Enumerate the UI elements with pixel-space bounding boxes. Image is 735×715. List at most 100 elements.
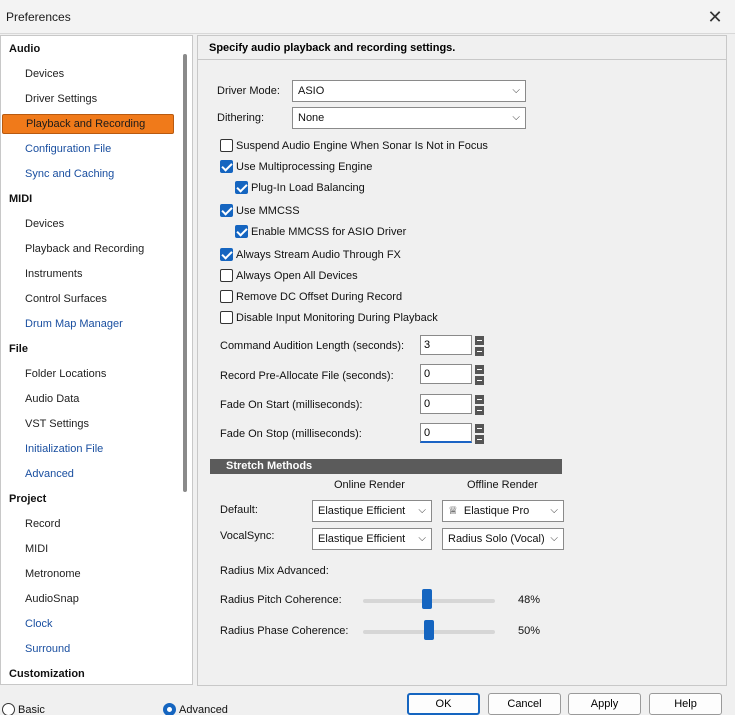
radius-pitch-slider-thumb[interactable] <box>422 589 432 609</box>
category-tree: Audio Devices Driver Settings Playback a… <box>0 35 193 685</box>
advanced-label: Advanced <box>179 704 228 715</box>
close-icon[interactable]: ✕ <box>703 6 727 28</box>
open-all-devices-checkbox[interactable] <box>220 269 233 282</box>
fade-on-stop-label: Fade On Stop (milliseconds): <box>220 428 362 440</box>
fade-on-stop-input[interactable]: 0 <box>420 423 472 443</box>
vocalsync-online-select[interactable]: Elastique Efficient ⌵ <box>312 528 432 550</box>
audition-length-label: Command Audition Length (seconds): <box>220 340 405 352</box>
default-label: Default: <box>220 504 258 516</box>
nav-item-instruments[interactable]: Instruments <box>25 263 82 285</box>
nav-category-midi[interactable]: MIDI <box>9 188 32 210</box>
crown-icon: ♕ <box>448 505 458 517</box>
default-offline-select[interactable]: ♕ Elastique Pro ⌵ <box>442 500 564 522</box>
enable-mmcss-asio-checkbox[interactable] <box>235 225 248 238</box>
open-all-devices-label: Always Open All Devices <box>236 270 358 282</box>
audition-length-input[interactable]: 3 <box>420 335 472 355</box>
online-render-header: Online Render <box>334 479 405 491</box>
default-online-select[interactable]: Elastique Efficient ⌵ <box>312 500 432 522</box>
nav-category-project[interactable]: Project <box>9 488 46 510</box>
pre-allocate-input[interactable]: 0 <box>420 364 472 384</box>
nav-item-surround[interactable]: Surround <box>25 638 70 660</box>
remove-dc-offset-checkbox[interactable] <box>220 290 233 303</box>
chevron-down-icon: ⌵ <box>418 533 426 544</box>
nav-item-advanced[interactable]: Advanced <box>25 463 74 485</box>
enable-mmcss-asio-label: Enable MMCSS for ASIO Driver <box>251 226 407 238</box>
nav-item-metronome[interactable]: Metronome <box>25 563 81 585</box>
stream-audio-fx-label: Always Stream Audio Through FX <box>236 249 401 261</box>
help-button[interactable]: Help <box>649 693 722 715</box>
nav-item-midi-playback-recording[interactable]: Playback and Recording <box>25 238 144 260</box>
driver-mode-select[interactable]: ASIO ⌵ <box>292 80 526 102</box>
disable-input-monitoring-label: Disable Input Monitoring During Playback <box>236 312 438 324</box>
remove-dc-offset-label: Remove DC Offset During Record <box>236 291 403 303</box>
nav-item-audio-playback-recording[interactable]: Playback and Recording <box>2 114 174 134</box>
nav-item-vst-settings[interactable]: VST Settings <box>25 413 89 435</box>
use-mmcss-checkbox[interactable] <box>220 204 233 217</box>
radius-phase-slider-thumb[interactable] <box>424 620 434 640</box>
basic-label: Basic <box>18 704 45 715</box>
nav-item-record[interactable]: Record <box>25 513 60 535</box>
nav-item-clock[interactable]: Clock <box>25 613 53 635</box>
pre-allocate-spinner[interactable] <box>475 365 484 385</box>
settings-panel: Specify audio playback and recording set… <box>197 35 727 686</box>
chevron-down-icon: ⌵ <box>418 505 426 516</box>
multiprocessing-checkbox[interactable] <box>220 160 233 173</box>
suspend-engine-label: Suspend Audio Engine When Sonar Is Not i… <box>236 140 488 152</box>
nav-item-control-surfaces[interactable]: Control Surfaces <box>25 288 107 310</box>
advanced-radio[interactable] <box>163 703 176 715</box>
vocalsync-offline-select[interactable]: Radius Solo (Vocal) ⌵ <box>442 528 564 550</box>
nav-item-sync-caching[interactable]: Sync and Caching <box>25 163 114 185</box>
nav-item-drum-map-manager[interactable]: Drum Map Manager <box>25 313 123 335</box>
multiprocessing-label: Use Multiprocessing Engine <box>236 161 373 173</box>
panel-heading: Specify audio playback and recording set… <box>198 36 726 60</box>
title-bar: Preferences ✕ <box>0 0 735 34</box>
ok-button[interactable]: OK <box>407 693 480 715</box>
fade-on-start-label: Fade On Start (milliseconds): <box>220 399 363 411</box>
nav-item-driver-settings[interactable]: Driver Settings <box>25 88 97 110</box>
fade-on-start-input[interactable]: 0 <box>420 394 472 414</box>
nav-item-folder-locations[interactable]: Folder Locations <box>25 363 106 385</box>
fade-on-stop-spinner[interactable] <box>475 424 484 444</box>
use-mmcss-label: Use MMCSS <box>236 205 300 217</box>
nav-category-file[interactable]: File <box>9 338 28 360</box>
dithering-select[interactable]: None ⌵ <box>292 107 526 129</box>
plugin-load-balancing-checkbox[interactable] <box>235 181 248 194</box>
nav-scrollbar-thumb[interactable] <box>183 54 187 492</box>
chevron-down-icon: ⌵ <box>550 533 558 544</box>
nav-item-audio-data[interactable]: Audio Data <box>25 388 79 410</box>
nav-category-customization[interactable]: Customization <box>9 663 85 684</box>
radius-phase-label: Radius Phase Coherence: <box>220 625 349 637</box>
chevron-down-icon: ⌵ <box>550 505 558 516</box>
nav-item-audiosnap[interactable]: AudioSnap <box>25 588 79 610</box>
audition-length-spinner[interactable] <box>475 336 484 356</box>
cancel-button[interactable]: Cancel <box>488 693 561 715</box>
pre-allocate-label: Record Pre-Allocate File (seconds): <box>220 370 394 382</box>
chevron-down-icon: ⌵ <box>512 85 520 96</box>
basic-radio[interactable] <box>2 703 15 715</box>
driver-mode-label: Driver Mode: <box>217 85 280 97</box>
nav-item-audio-devices[interactable]: Devices <box>25 63 64 85</box>
radius-mix-label: Radius Mix Advanced: <box>220 565 329 577</box>
stream-audio-fx-checkbox[interactable] <box>220 248 233 261</box>
offline-render-header: Offline Render <box>467 479 538 491</box>
radius-phase-value: 50% <box>518 625 541 637</box>
dithering-label: Dithering: <box>217 112 265 124</box>
suspend-engine-checkbox[interactable] <box>220 139 233 152</box>
nav-item-midi-devices[interactable]: Devices <box>25 213 64 235</box>
nav-category-audio[interactable]: Audio <box>9 38 40 60</box>
radius-pitch-value: 48% <box>518 594 541 606</box>
plugin-load-balancing-label: Plug-In Load Balancing <box>251 182 365 194</box>
nav-item-project-midi[interactable]: MIDI <box>25 538 48 560</box>
fade-on-start-spinner[interactable] <box>475 395 484 415</box>
nav-item-initialization-file[interactable]: Initialization File <box>25 438 103 460</box>
disable-input-monitoring-checkbox[interactable] <box>220 311 233 324</box>
preferences-window: Preferences ✕ Audio Devices Driver Setti… <box>0 0 735 715</box>
window-title: Preferences <box>6 10 71 24</box>
stretch-methods-header: Stretch Methods <box>210 459 562 474</box>
nav-item-configuration-file[interactable]: Configuration File <box>25 138 111 160</box>
apply-button[interactable]: Apply <box>568 693 641 715</box>
radius-pitch-label: Radius Pitch Coherence: <box>220 594 342 606</box>
vocalsync-label: VocalSync: <box>220 530 275 542</box>
chevron-down-icon: ⌵ <box>512 112 520 123</box>
dialog-footer: Basic Advanced OK Cancel Apply Help <box>0 686 735 715</box>
